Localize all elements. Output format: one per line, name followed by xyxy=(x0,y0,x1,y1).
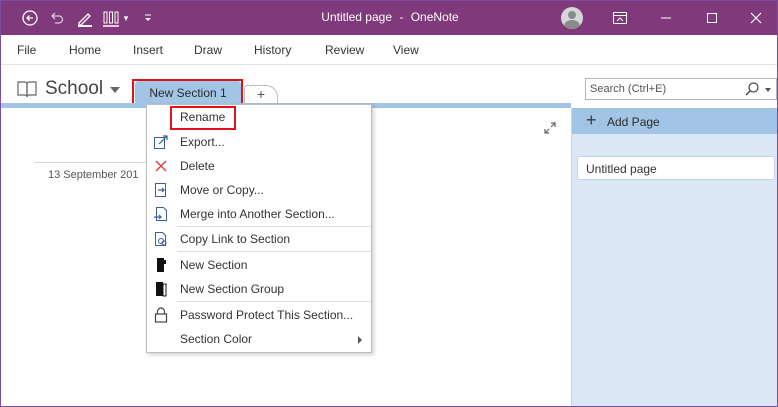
chevron-right-icon xyxy=(358,336,362,344)
pages-pane: + Add Page Untitled page xyxy=(571,108,777,406)
tab-review[interactable]: Review xyxy=(325,43,364,57)
menu-separator xyxy=(177,251,371,252)
menu-item-rename[interactable]: Rename xyxy=(147,105,371,130)
menu-item-move-copy[interactable]: Move or Copy... xyxy=(147,178,371,202)
plus-icon: + xyxy=(586,110,597,130)
search-scope-caret-icon[interactable] xyxy=(765,88,771,92)
copy-link-icon xyxy=(153,231,169,247)
menu-item-export[interactable]: Export... xyxy=(147,130,371,154)
menu-item-label: Delete xyxy=(180,159,215,173)
menu-item-label: New Section Group xyxy=(180,282,285,296)
tab-insert[interactable]: Insert xyxy=(133,43,163,57)
ribbon-tabs: File Home Insert Draw History Review Vie… xyxy=(1,35,777,65)
title-bar: ▾ Untitled page - OneNote xyxy=(1,1,777,35)
menu-item-label: New Section xyxy=(180,258,248,272)
maximize-icon[interactable] xyxy=(689,1,735,35)
delete-x-icon xyxy=(153,158,169,174)
rename-highlight xyxy=(170,106,236,130)
section-context-menu: Rename Export... Delete Move or Copy... xyxy=(146,104,372,353)
title-separator: - xyxy=(399,10,404,24)
menu-item-label: Export... xyxy=(180,135,225,149)
move-copy-icon xyxy=(153,182,169,198)
chevron-down-icon[interactable] xyxy=(110,87,120,93)
tab-view[interactable]: View xyxy=(393,43,419,57)
minimize-icon[interactable] xyxy=(643,1,689,35)
search-input[interactable]: Search (Ctrl+E) xyxy=(585,78,777,100)
expand-icon[interactable] xyxy=(544,122,556,137)
menu-item-label: Copy Link to Section xyxy=(180,232,291,246)
menu-item-merge[interactable]: Merge into Another Section... xyxy=(147,202,371,226)
page-list-item-title: Untitled page xyxy=(586,162,657,176)
tab-history[interactable]: History xyxy=(254,43,291,57)
notebook-icon[interactable] xyxy=(17,80,37,101)
notebook-bar: School New Section 1 + Search (Ctrl+E) xyxy=(1,65,777,107)
menu-item-label: Section Color xyxy=(180,332,253,346)
page-list-item[interactable]: Untitled page xyxy=(577,156,775,180)
title-page-name: Untitled page xyxy=(321,10,392,24)
menu-item-delete[interactable]: Delete xyxy=(147,154,371,178)
title-app-name: OneNote xyxy=(410,10,459,24)
onenote-window: ▾ Untitled page - OneNote File Home Inse… xyxy=(0,0,778,407)
tab-draw[interactable]: Draw xyxy=(194,43,222,57)
tab-file[interactable]: File xyxy=(17,43,36,57)
section-icon xyxy=(153,257,169,273)
menu-item-copy-link[interactable]: Copy Link to Section xyxy=(147,227,371,251)
add-section-button[interactable]: + xyxy=(244,85,278,104)
lock-icon xyxy=(153,307,169,323)
menu-item-new-section-group[interactable]: New Section Group xyxy=(147,277,371,301)
menu-item-label: Merge into Another Section... xyxy=(180,207,335,221)
menu-item-section-color[interactable]: Section Color xyxy=(147,327,371,351)
merge-icon xyxy=(153,206,169,222)
menu-item-label: Move or Copy... xyxy=(180,183,264,197)
page-title-underline xyxy=(35,162,155,163)
add-page-button[interactable]: + Add Page xyxy=(572,108,777,134)
search-placeholder: Search (Ctrl+E) xyxy=(590,83,667,95)
section-tab-highlight xyxy=(132,79,243,106)
menu-item-new-section[interactable]: New Section xyxy=(147,253,371,277)
menu-separator xyxy=(177,301,371,302)
add-page-label: Add Page xyxy=(607,115,660,129)
tab-home[interactable]: Home xyxy=(69,43,101,57)
page-date: 13 September 201 xyxy=(48,169,139,181)
export-icon xyxy=(153,134,169,150)
section-group-icon xyxy=(153,281,169,297)
ribbon-display-icon[interactable] xyxy=(597,1,643,35)
avatar[interactable] xyxy=(561,7,583,29)
menu-item-password[interactable]: Password Protect This Section... xyxy=(147,303,371,327)
notebook-name[interactable]: School xyxy=(45,78,103,100)
search-icon[interactable] xyxy=(744,81,760,100)
close-icon[interactable] xyxy=(733,1,777,35)
menu-item-label: Password Protect This Section... xyxy=(180,308,354,322)
